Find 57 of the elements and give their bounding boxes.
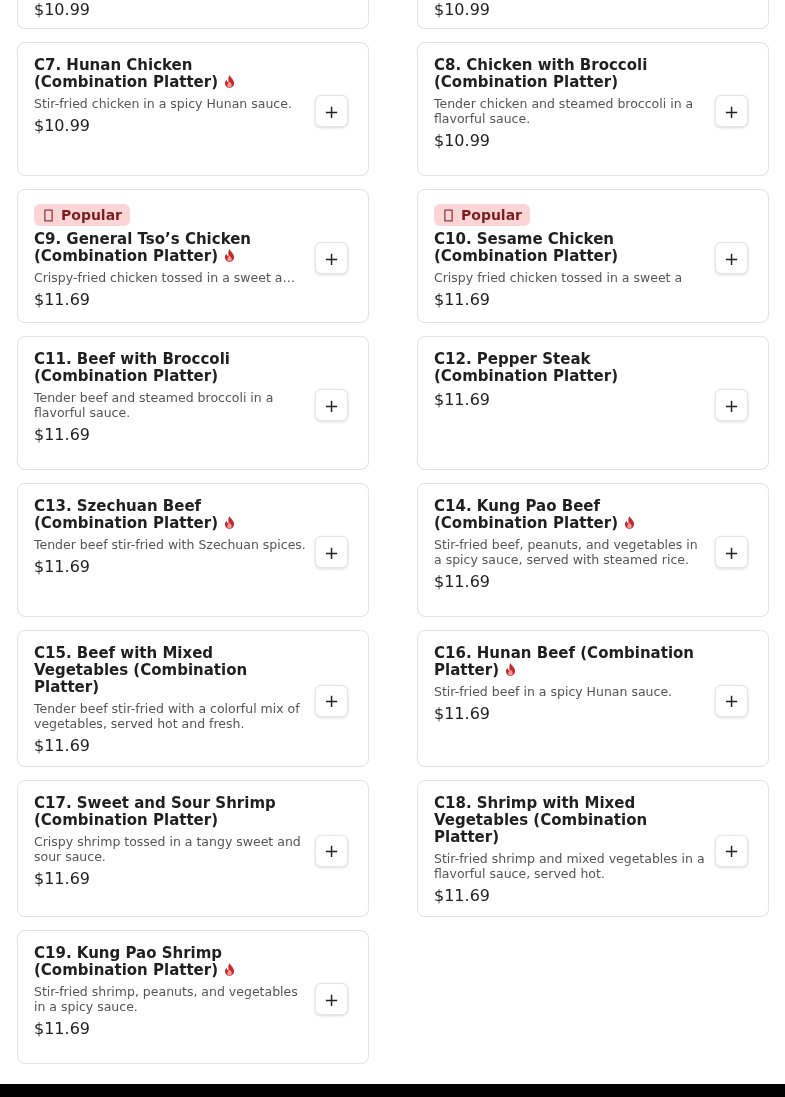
item-description: Crispy shrimp tossed in a tangy sweet and sour sauce.: [34, 834, 302, 864]
item-price: $11.69: [34, 869, 91, 889]
item-description: Stir-fried beef, peanuts, and vegetables in a spicy sauce, served with steamed rice.: [434, 537, 699, 567]
item-price: $11.69: [34, 425, 91, 445]
item-price: $11.69: [34, 736, 91, 756]
item-price: $10.99: [434, 131, 491, 151]
add-button[interactable]: +: [715, 242, 748, 274]
item-name: C17. Sweet and Sour Shrimp (Combination Platter): [34, 794, 276, 829]
item-description: Tender beef stir-fried with Szechuan spices.: [34, 537, 307, 552]
item-price: $10.99: [34, 116, 91, 136]
box-icon: [444, 208, 453, 222]
add-button[interactable]: +: [315, 389, 348, 421]
add-button[interactable]: +: [715, 389, 748, 421]
add-button[interactable]: +: [315, 983, 348, 1015]
item-name: C10. Sesame Chicken (Combination Platter): [434, 230, 619, 265]
item-price: $10.99: [434, 0, 490, 20]
item-description: Stir-fried chicken in a spicy Hunan sauce.: [34, 96, 293, 111]
item-price: $11.69: [434, 390, 491, 410]
item-name: C16. Hunan Beef (Combination Platter): [434, 644, 695, 679]
item-name: C19. Kung Pao Shrimp (Combination Platter): [34, 944, 223, 979]
item-name: C15. Beef with Mixed Vegetables (Combination Platter): [34, 644, 248, 696]
item-price: $11.69: [34, 290, 91, 310]
item-price: $11.69: [434, 704, 491, 724]
add-button[interactable]: +: [315, 95, 348, 127]
item-description: Tender chicken and steamed broccoli in a flavorful sauce.: [434, 96, 695, 126]
item-description: Stir-fried shrimp and mixed vegetables in a flavorful sauce, served hot.: [434, 851, 706, 881]
badge-label: Popular: [461, 207, 523, 223]
add-button[interactable]: +: [715, 95, 748, 127]
add-button[interactable]: +: [315, 684, 348, 717]
item-price: $11.69: [434, 886, 491, 906]
add-button[interactable]: +: [315, 834, 348, 867]
add-button[interactable]: +: [715, 684, 748, 717]
item-name: C14. Kung Pao Beef (Combination Platter): [434, 497, 619, 532]
item-price: $11.69: [34, 1019, 91, 1039]
item-description: Tender beef stir-fried with a colorful mix of vegetables, served hot and fresh.: [34, 701, 301, 731]
add-button[interactable]: +: [315, 536, 348, 568]
add-button[interactable]: +: [715, 536, 748, 568]
item-description: Crispy fried chicken tossed in a sweet a: [434, 270, 684, 285]
item-name: C7. Hunan Chicken (Combination Platter): [34, 56, 219, 91]
item-price: $11.69: [34, 557, 91, 577]
item-description: Tender beef and steamed broccoli in a flavorful sauce.: [34, 390, 275, 420]
item-price: $10.99: [34, 0, 90, 20]
item-name: C8. Chicken with Broccoli (Combination Platter): [434, 56, 648, 91]
item-description: Stir-fried beef in a spicy Hunan sauce.: [434, 684, 674, 699]
add-button[interactable]: +: [315, 242, 348, 274]
item-price: $11.69: [434, 290, 491, 310]
item-name: C18. Shrimp with Mixed Vegetables (Combination Platter): [434, 794, 648, 846]
badge-label: Popular: [61, 207, 123, 223]
add-button[interactable]: +: [715, 834, 748, 867]
item-description: Stir-fried shrimp, peanuts, and vegetables in a spicy sauce.: [34, 984, 299, 1014]
item-name: C9. General Tso’s Chicken (Combination Platter): [34, 230, 252, 265]
item-price: $11.69: [434, 572, 491, 592]
item-name: C13. Szechuan Beef (Combination Platter): [34, 497, 219, 532]
item-name: C11. Beef with Broccoli (Combination Platter): [34, 350, 230, 385]
box-icon: [44, 208, 53, 222]
item-description: Crispy-fried chicken tossed in a sweet a…: [34, 270, 296, 285]
item-name: C12. Pepper Steak (Combination Platter): [434, 350, 619, 385]
